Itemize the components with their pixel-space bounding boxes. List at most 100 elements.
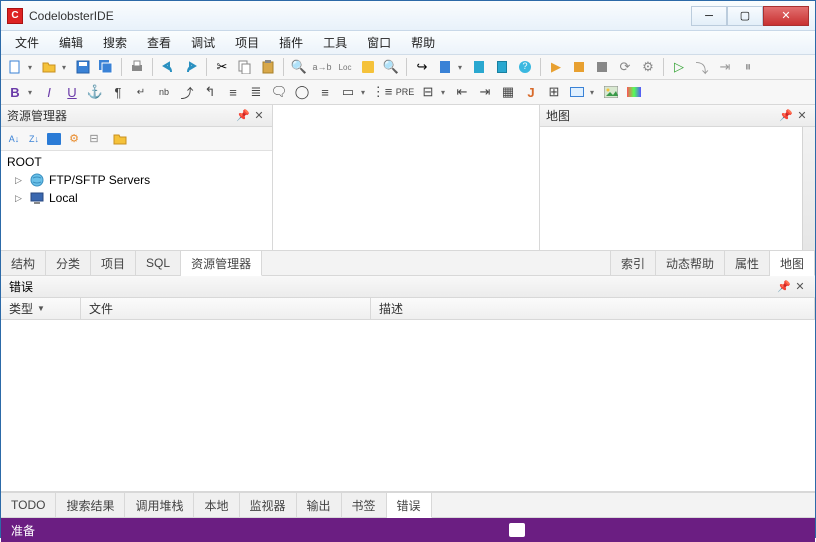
tab-structure[interactable]: 结构 bbox=[1, 251, 46, 275]
pin-icon[interactable]: 📌 bbox=[236, 109, 250, 123]
tab-dynamic-help[interactable]: 动态帮助 bbox=[656, 251, 725, 275]
col-desc[interactable]: 描述 bbox=[371, 298, 815, 319]
maximize-button[interactable]: ▢ bbox=[727, 6, 763, 26]
hr-icon[interactable]: ⤴ bbox=[177, 82, 197, 102]
menu-window[interactable]: 窗口 bbox=[357, 31, 401, 54]
next-bookmark-icon[interactable] bbox=[492, 57, 512, 77]
new-file-icon[interactable] bbox=[5, 57, 25, 77]
anchor-icon[interactable]: ⚓ bbox=[85, 82, 105, 102]
copy-icon[interactable] bbox=[235, 57, 255, 77]
highlight-icon[interactable]: 🔍 bbox=[381, 57, 401, 77]
tree-item-ftp[interactable]: ▷ FTP/SFTP Servers bbox=[5, 171, 268, 189]
tab-watch[interactable]: 监视器 bbox=[240, 493, 297, 517]
pin-icon[interactable]: 📌 bbox=[777, 280, 791, 294]
tab-map[interactable]: 地图 bbox=[770, 251, 815, 276]
paragraph-icon[interactable]: ¶ bbox=[108, 82, 128, 102]
menu-project[interactable]: 项目 bbox=[225, 31, 269, 54]
settings-icon[interactable]: ⚙ bbox=[638, 57, 658, 77]
minimize-button[interactable]: ─ bbox=[691, 6, 727, 26]
save-icon[interactable] bbox=[73, 57, 93, 77]
comment-icon[interactable]: 🗨 bbox=[269, 82, 289, 102]
align-left-icon[interactable]: ≡ bbox=[223, 82, 243, 102]
tab-search-results[interactable]: 搜索结果 bbox=[56, 493, 125, 517]
pause-icon[interactable]: ⏸ bbox=[738, 57, 758, 77]
save-all-icon[interactable] bbox=[96, 57, 116, 77]
rect-dropdown[interactable]: ▾ bbox=[361, 88, 369, 97]
bold-dropdown[interactable]: ▾ bbox=[28, 88, 36, 97]
debug-run-icon[interactable]: ▷ bbox=[669, 57, 689, 77]
tab-explorer[interactable]: 资源管理器 bbox=[181, 251, 262, 276]
stop-icon[interactable] bbox=[569, 57, 589, 77]
redo-icon[interactable] bbox=[181, 57, 201, 77]
menu-view[interactable]: 查看 bbox=[137, 31, 181, 54]
tree-root[interactable]: ROOT bbox=[5, 153, 268, 171]
find-in-files-icon[interactable]: Loc bbox=[335, 57, 355, 77]
bookmark-dropdown[interactable]: ▾ bbox=[458, 63, 466, 72]
close-button[interactable]: ✕ bbox=[763, 6, 809, 26]
indent-icon[interactable]: ⇤ bbox=[452, 82, 472, 102]
step-over-icon[interactable]: ⤵ bbox=[692, 57, 712, 77]
undo-icon[interactable] bbox=[158, 57, 178, 77]
folder-tree-icon[interactable] bbox=[111, 130, 129, 148]
gear-icon[interactable]: ⚙ bbox=[65, 130, 83, 148]
tab-project[interactable]: 项目 bbox=[91, 251, 136, 275]
tab-local[interactable]: 本地 bbox=[194, 493, 239, 517]
br-icon[interactable]: ↵ bbox=[131, 82, 151, 102]
italic-icon[interactable]: I bbox=[39, 82, 59, 102]
tab-bookmarks[interactable]: 书签 bbox=[342, 493, 387, 517]
tab-sql[interactable]: SQL bbox=[136, 251, 181, 275]
ol-dropdown[interactable]: ▾ bbox=[441, 88, 449, 97]
list-icon[interactable]: ⋮≡ bbox=[372, 82, 392, 102]
menu-search[interactable]: 搜索 bbox=[93, 31, 137, 54]
pre-icon[interactable]: PRE bbox=[395, 82, 415, 102]
color-icon[interactable] bbox=[624, 82, 644, 102]
panel-close-icon[interactable]: ✕ bbox=[793, 280, 807, 294]
new-file-dropdown[interactable]: ▾ bbox=[28, 63, 36, 72]
paste-icon[interactable] bbox=[258, 57, 278, 77]
j-icon[interactable]: J bbox=[521, 82, 541, 102]
sort-za-icon[interactable]: Z↓ bbox=[25, 130, 43, 148]
find-text-icon[interactable] bbox=[358, 57, 378, 77]
outdent-icon[interactable]: ⇥ bbox=[475, 82, 495, 102]
sort-az-icon[interactable]: A↓ bbox=[5, 130, 23, 148]
menu-edit[interactable]: 编辑 bbox=[49, 31, 93, 54]
print-icon[interactable] bbox=[127, 57, 147, 77]
step-into-icon[interactable]: ⇥ bbox=[715, 57, 735, 77]
pin-icon[interactable]: 📌 bbox=[779, 109, 793, 123]
col-type[interactable]: 类型▼ bbox=[1, 298, 81, 319]
menu-plugins[interactable]: 插件 bbox=[269, 31, 313, 54]
refresh-tree-icon[interactable] bbox=[45, 130, 63, 148]
find-icon[interactable]: 🔍 bbox=[289, 57, 309, 77]
bold-icon[interactable]: B bbox=[5, 82, 25, 102]
menu-file[interactable]: 文件 bbox=[5, 31, 49, 54]
tab-index[interactable]: 索引 bbox=[611, 251, 656, 275]
menu-debug[interactable]: 调试 bbox=[181, 31, 225, 54]
tab-category[interactable]: 分类 bbox=[46, 251, 91, 275]
justify-icon[interactable]: ≡ bbox=[315, 82, 335, 102]
ol-icon[interactable]: ⊟ bbox=[418, 82, 438, 102]
menu-help[interactable]: 帮助 bbox=[401, 31, 445, 54]
align-center-icon[interactable]: ≣ bbox=[246, 82, 266, 102]
panel-close-icon[interactable]: ✕ bbox=[252, 109, 266, 123]
refresh-icon[interactable]: ⟳ bbox=[615, 57, 635, 77]
col-file[interactable]: 文件 bbox=[81, 298, 371, 319]
tab-errors[interactable]: 错误 bbox=[387, 493, 432, 518]
image-icon[interactable] bbox=[601, 82, 621, 102]
back-icon[interactable]: ↰ bbox=[200, 82, 220, 102]
nbsp-icon[interactable]: nb bbox=[154, 82, 174, 102]
run-icon[interactable]: ▶ bbox=[546, 57, 566, 77]
block-icon[interactable]: ◯ bbox=[292, 82, 312, 102]
rect-icon[interactable]: ▭ bbox=[338, 82, 358, 102]
open-dropdown[interactable]: ▾ bbox=[62, 63, 70, 72]
bookmark-icon[interactable] bbox=[435, 57, 455, 77]
tab-todo[interactable]: TODO bbox=[1, 493, 56, 517]
tab-call-stack[interactable]: 调用堆栈 bbox=[125, 493, 194, 517]
form-dropdown[interactable]: ▾ bbox=[590, 88, 598, 97]
panel-close-icon[interactable]: ✕ bbox=[795, 109, 809, 123]
underline-icon[interactable]: U bbox=[62, 82, 82, 102]
menu-tools[interactable]: 工具 bbox=[313, 31, 357, 54]
toggle-bookmark-icon[interactable] bbox=[469, 57, 489, 77]
goto-icon[interactable]: ↪ bbox=[412, 57, 432, 77]
cut-icon[interactable]: ✂ bbox=[212, 57, 232, 77]
collapse-icon[interactable]: ⊟ bbox=[85, 130, 103, 148]
